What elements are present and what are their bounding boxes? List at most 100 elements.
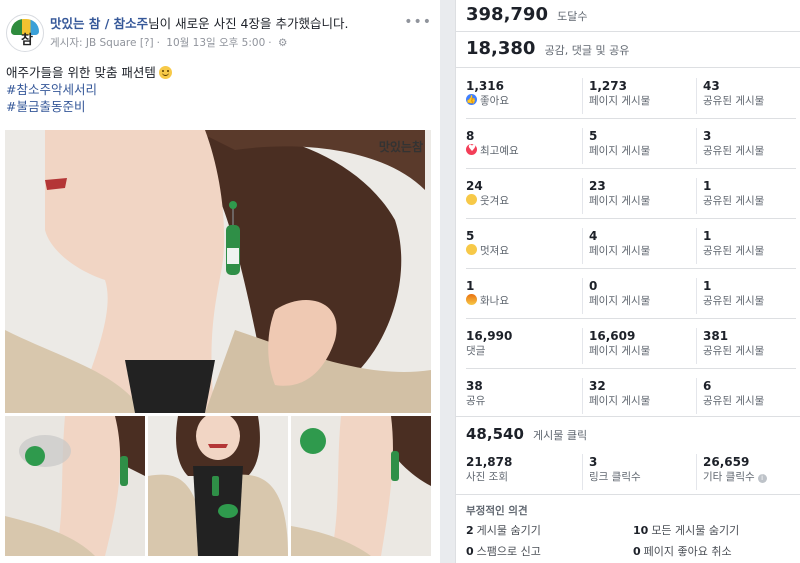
stat-type-label: 화나요 xyxy=(480,295,509,307)
hashtag-link[interactable]: #불금출동준비 xyxy=(6,98,434,115)
stat-type-label: 멋져요 xyxy=(480,245,509,257)
shares-row: 38 공유 32 페이지 게시물 6 공유된 게시물 xyxy=(466,378,796,420)
negative-hide-all: 10 모든 게시물 숨기기 xyxy=(633,522,739,538)
divider xyxy=(466,318,796,319)
love-icon xyxy=(466,142,477,157)
stat-shared-label: 공유된 게시물 xyxy=(703,195,765,207)
stat-page: 1,273 xyxy=(589,79,627,93)
info-icon[interactable]: i xyxy=(757,474,767,483)
stat-shared: 381 xyxy=(703,329,729,343)
thumbnail-photo[interactable] xyxy=(5,416,145,556)
gear-icon[interactable]: ⚙ xyxy=(278,37,287,49)
stat-page-label: 페이지 게시물 xyxy=(589,345,651,357)
angry-icon xyxy=(466,294,477,305)
stat-shared-label: 공유된 게시물 xyxy=(703,145,765,157)
negative-unlike: 0 페이지 좋아요 취소 xyxy=(633,543,732,559)
stat-page: 16,609 xyxy=(589,329,636,343)
stat-page-label: 페이지 게시물 xyxy=(589,145,651,157)
stat-total: 5 xyxy=(466,229,475,243)
reaction-row-haha: 24 웃겨요 23 페이지 게시물 1 공유된 게시물 xyxy=(466,178,796,220)
photo-watermark-logo: 맛있는참 xyxy=(378,140,423,154)
stat-type-label: 댓글 xyxy=(466,345,486,357)
divider xyxy=(466,268,796,269)
clicks-label: 게시물 클릭 xyxy=(532,429,588,442)
post-meta: 게시자: JB Square [?] · 10월 13일 오후 5:00 · ⚙ xyxy=(50,37,288,49)
stat-total: 16,990 xyxy=(466,329,513,343)
negative-value: 10 xyxy=(633,524,649,537)
wow-icon xyxy=(466,244,477,255)
stat-page: 23 xyxy=(589,179,606,193)
stat-page: 32 xyxy=(589,379,606,393)
more-options-icon[interactable]: ••• xyxy=(404,14,432,30)
stat-page: 0 xyxy=(589,279,598,293)
poster-tag[interactable]: [?] xyxy=(140,37,154,49)
page-name-link[interactable]: 맛있는 참 / 참소주 xyxy=(50,16,148,31)
reaction-row-like: 1,316 좋아요 1,273 페이지 게시물 43 공유된 게시물 xyxy=(466,78,796,120)
logo-text: 참 xyxy=(21,33,33,48)
post-text: 애주가들을 위한 맞춤 패션템 xyxy=(6,65,156,80)
poster-name[interactable]: JB Square xyxy=(86,37,137,49)
stat-type-label: 공유 xyxy=(466,395,486,407)
stat-page-label: 페이지 게시물 xyxy=(589,245,651,257)
photo-views-value: 21,878 xyxy=(466,455,513,469)
main-photo[interactable]: 맛있는참 xyxy=(5,130,431,413)
stat-page: 4 xyxy=(589,229,598,243)
negative-label: 스팸으로 신고 xyxy=(476,545,541,558)
link-clicks-label: 링크 클릭수 xyxy=(589,471,641,483)
stat-shared-label: 공유된 게시물 xyxy=(703,95,765,107)
haha-icon xyxy=(466,194,477,205)
stat-page-label: 페이지 게시물 xyxy=(589,395,651,407)
screen: 참 맛있는 참 / 참소주님이 새로운 사진 4장을 추가했습니다. 게시자: … xyxy=(0,0,800,563)
divider xyxy=(466,168,796,169)
stat-type-label: 최고예요 xyxy=(480,145,519,157)
thumbnail-photo[interactable] xyxy=(291,416,431,556)
stat-shared: 1 xyxy=(703,279,712,293)
engagement-label: 공감, 댓글 및 공유 xyxy=(544,44,630,57)
negative-value: 0 xyxy=(466,545,474,558)
poster-prefix: 게시자: xyxy=(50,37,83,49)
stat-total: 1,316 xyxy=(466,79,504,93)
stat-shared-label: 공유된 게시물 xyxy=(703,245,765,257)
divider xyxy=(466,368,796,369)
thumbnail-illustration xyxy=(5,416,145,556)
stat-shared-label: 공유된 게시물 xyxy=(703,345,765,357)
hashtag-link[interactable]: #참소주악세서리 xyxy=(6,81,434,98)
link-clicks-value: 3 xyxy=(589,455,598,469)
negative-feedback-title: 부정적인 의견 xyxy=(466,505,528,517)
engagement-value: 18,380 xyxy=(466,38,536,59)
stat-page-label: 페이지 게시물 xyxy=(589,95,651,107)
other-clicks-label: 기타 클릭수 xyxy=(703,471,755,483)
post-insights-panel: 398,790 도달수 18,380 공감, 댓글 및 공유 1,316 좋아요 … xyxy=(455,0,800,563)
negative-value: 2 xyxy=(466,524,474,537)
stat-type-label: 웃겨요 xyxy=(480,195,509,207)
thumbnail-photo[interactable] xyxy=(148,416,288,556)
divider xyxy=(466,218,796,219)
negative-hide-post: 2 게시물 숨기기 xyxy=(466,522,541,538)
post-body: 애주가들을 위한 맞춤 패션템 #참소주악세서리 #불금출동준비 xyxy=(6,64,434,115)
reaction-row-wow: 5 멋져요 4 페이지 게시물 1 공유된 게시물 xyxy=(466,228,796,270)
facebook-post: 참 맛있는 참 / 참소주님이 새로운 사진 4장을 추가했습니다. 게시자: … xyxy=(0,0,440,563)
stat-total: 38 xyxy=(466,379,483,393)
reach-value: 398,790 xyxy=(466,4,548,25)
stat-page: 5 xyxy=(589,129,598,143)
page-avatar[interactable]: 참 xyxy=(6,14,44,52)
comments-row: 16,990 댓글 16,609 페이지 게시물 381 공유된 게시물 xyxy=(466,328,796,370)
stat-shared: 1 xyxy=(703,179,712,193)
stat-shared: 43 xyxy=(703,79,720,93)
divider xyxy=(456,31,800,32)
post-date[interactable]: 10월 13일 오후 5:00 xyxy=(166,37,265,49)
divider xyxy=(456,67,800,68)
main-photo-illustration xyxy=(5,130,431,413)
photo-views-label: 사진 조회 xyxy=(466,471,508,483)
reach-summary: 398,790 도달수 xyxy=(466,4,796,32)
clicks-summary: 48,540 게시물 클릭 xyxy=(466,424,796,452)
divider xyxy=(456,494,800,495)
stat-page-label: 페이지 게시물 xyxy=(589,295,651,307)
negative-label: 게시물 숨기기 xyxy=(476,524,541,537)
stat-type-label: 좋아요 xyxy=(480,95,509,107)
stat-page-label: 페이지 게시물 xyxy=(589,195,651,207)
negative-value: 0 xyxy=(633,545,641,558)
stat-shared: 6 xyxy=(703,379,712,393)
divider xyxy=(456,416,800,417)
reaction-row-angry: 1 화나요 0 페이지 게시물 1 공유된 게시물 xyxy=(466,278,796,320)
